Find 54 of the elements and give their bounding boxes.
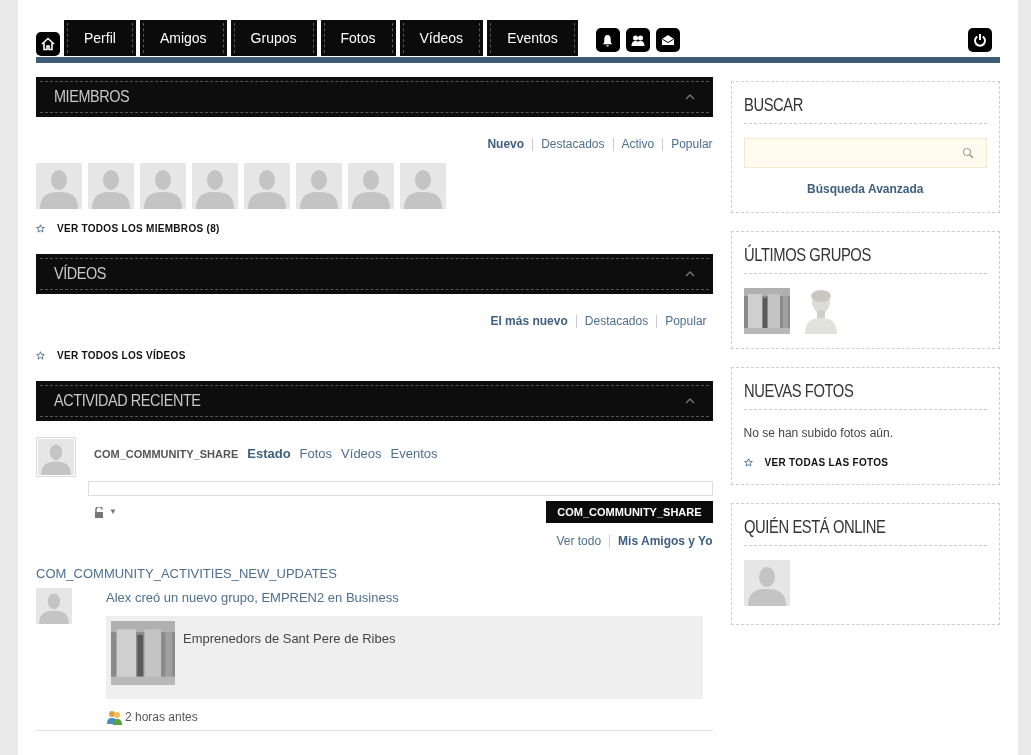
advanced-search-link[interactable]: Búsqueda Avanzada [807,180,924,198]
filter-link[interactable]: Activo [621,135,655,153]
updates-heading: COM_COMMUNITY_ACTIVITIES_NEW_UPDATES [36,565,338,583]
users-icon [106,709,123,725]
nav-tab[interactable]: Perfil [64,20,136,56]
nav-tab[interactable]: Fotos [320,20,396,56]
nav-tab[interactable]: Eventos [487,20,578,56]
collapse-icon[interactable] [684,94,695,100]
users-icon[interactable] [625,28,650,52]
view-all-link[interactable]: VER TODOS LOS VÍDEOS [57,348,186,363]
share-button[interactable]: COM_COMMUNITY_SHARE [546,501,713,523]
star-icon [743,458,753,467]
section-title: ACTIVIDAD RECIENTE [54,390,201,413]
home-icon[interactable] [36,32,60,56]
nav-tab[interactable]: Grupos [230,20,317,56]
group-title: Emprenedors de Sant Pere de Ribes [183,630,396,648]
filter-link[interactable]: Popular [671,135,713,153]
panel-title: ÚLTIMOS GRUPOS [743,243,871,267]
collapse-icon[interactable] [684,271,695,277]
panel-title: NUEVAS FOTOS [743,380,853,403]
star-icon [36,351,45,360]
share-label: COM_COMMUNITY_SHARE [94,447,239,462]
collapse-icon[interactable] [684,398,695,404]
composer-tab[interactable]: Fotos [299,444,333,464]
composer-tab[interactable]: Estado [247,444,291,464]
lock-icon [94,506,104,518]
filter-link[interactable]: Destacados [541,135,605,153]
filter-link[interactable]: Nuevo [487,135,525,153]
activity-text: Alex creó un nuevo grupo, EMPREN2 en Business [106,588,400,607]
nav-tab[interactable]: Vídeos [399,20,484,56]
filter-link[interactable]: Ver todo [556,532,602,550]
view-all-link[interactable]: VER TODOS LOS MIEMBROS (8) [57,221,220,236]
composer-tab[interactable]: Vídeos [341,444,382,464]
search-icon[interactable] [962,147,974,159]
view-all-link[interactable]: VER TODAS LAS FOTOS [764,455,889,470]
privacy-button[interactable]: ▼ [94,506,117,518]
empty-message: No se han subido fotos aún. [743,425,894,442]
mail-icon[interactable] [655,28,680,52]
bell-icon[interactable] [595,28,620,52]
panel-title: QUIÉN ESTÁ ONLINE [743,516,886,539]
filter-link[interactable]: Mis Amigos y Yo [618,532,713,550]
section-title: MIEMBROS [54,86,130,109]
power-icon[interactable] [968,28,992,52]
filter-link[interactable]: Destacados [584,312,649,330]
composer-tab[interactable]: Eventos [390,444,438,464]
panel-title: BUSCAR [743,94,803,117]
filter-link[interactable]: El más nuevo [490,312,568,330]
filter-link[interactable]: Popular [665,312,707,330]
star-icon [36,224,45,233]
time-text: 2 horas antes [125,709,198,726]
search-field[interactable] [743,138,987,168]
nav-tab[interactable]: Amigos [139,20,227,56]
status-input[interactable] [88,481,713,496]
section-title: VÍDEOS [54,263,107,286]
